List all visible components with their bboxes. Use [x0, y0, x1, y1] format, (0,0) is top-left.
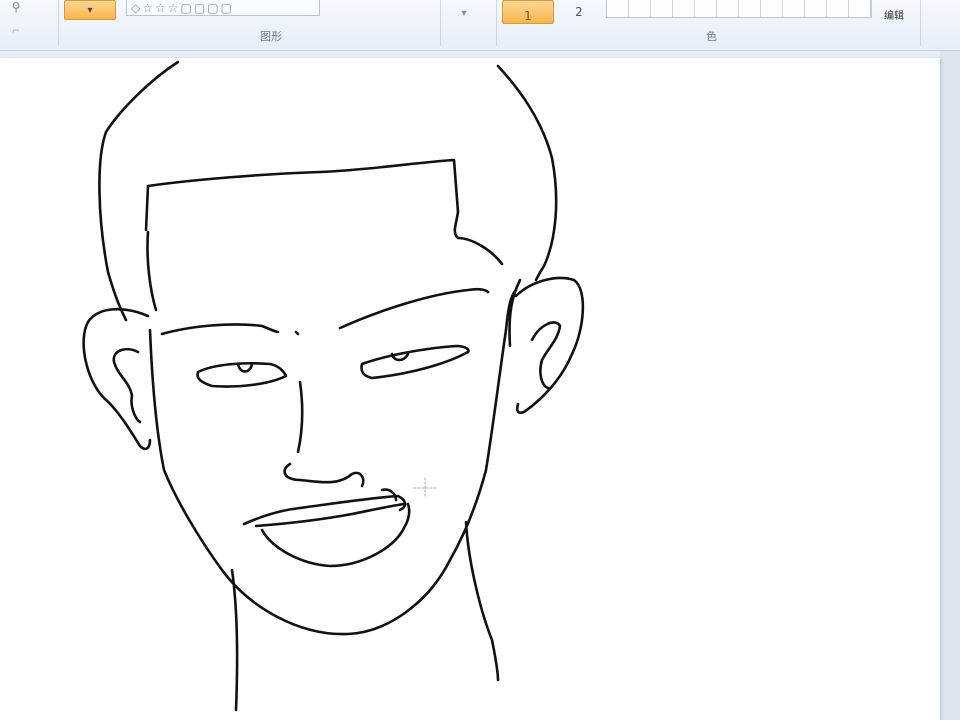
- palette-swatch[interactable]: [651, 0, 673, 17]
- dropdown-arrow-icon: ▾: [87, 4, 93, 16]
- neck-left: [230, 568, 239, 712]
- hair-outline-right: [496, 64, 558, 282]
- group-separator: [58, 0, 59, 46]
- palette-swatch[interactable]: [739, 0, 761, 17]
- palette-swatch[interactable]: [849, 0, 871, 17]
- color1-button[interactable]: 1: [502, 0, 554, 24]
- palette-swatch[interactable]: [607, 0, 629, 17]
- palette-swatch[interactable]: [695, 0, 717, 17]
- cheek-line: [508, 278, 522, 348]
- group-label-shapes: 图形: [260, 30, 282, 43]
- left-ear: [82, 307, 152, 451]
- face-drawing: [82, 60, 585, 712]
- shape-star-icon[interactable]: ☆: [155, 1, 166, 15]
- nose-base: [283, 462, 365, 488]
- shape-star-icon[interactable]: ☆: [142, 1, 153, 15]
- outline-style-button[interactable]: ▾: [64, 0, 116, 20]
- tools-dropdown-arrow[interactable]: ⌐: [2, 24, 30, 38]
- right-ear: [514, 276, 585, 415]
- mouth-lower: [260, 502, 411, 568]
- drawing-canvas[interactable]: [0, 58, 940, 720]
- edit-colors-button[interactable]: 编辑: [874, 0, 914, 22]
- neck-right: [464, 520, 500, 682]
- palette-swatch[interactable]: [717, 0, 739, 17]
- group-separator: [920, 0, 921, 46]
- palette-swatch[interactable]: [805, 0, 827, 17]
- shape-diamond-icon[interactable]: ◇: [131, 1, 140, 15]
- magnifier-icon[interactable]: ⚲: [2, 0, 30, 14]
- group-separator: [496, 0, 497, 46]
- mouth-line: [254, 502, 406, 528]
- right-eyebrow: [338, 287, 490, 330]
- palette-swatch[interactable]: [783, 0, 805, 17]
- nose-bridge: [296, 380, 304, 454]
- forehead-mark: [294, 330, 300, 336]
- color2-label: 2: [575, 5, 583, 19]
- shape-star-icon[interactable]: ☆: [168, 1, 179, 15]
- shape-callout-icon[interactable]: ▢: [181, 1, 192, 15]
- palette-swatch[interactable]: [827, 0, 849, 17]
- palette-swatch[interactable]: [629, 0, 651, 17]
- face-outline: [148, 288, 518, 636]
- left-eye: [196, 361, 288, 388]
- left-pupil: [236, 362, 254, 373]
- color2-button[interactable]: 2: [564, 0, 594, 24]
- right-ear-inner: [530, 321, 562, 390]
- hairline: [144, 158, 504, 266]
- shape-gallery[interactable]: ◇ ☆ ☆ ☆ ▢ ▢ ▢ ▢: [126, 0, 320, 16]
- size-dropdown-arrow[interactable]: ▾: [452, 6, 476, 20]
- color1-label: 1: [524, 9, 532, 23]
- temple-line: [146, 230, 158, 312]
- shape-callout-icon[interactable]: ▢: [221, 1, 232, 15]
- palette-swatch[interactable]: [673, 0, 695, 17]
- vertical-scrollbar[interactable]: [940, 51, 960, 720]
- palette-swatch[interactable]: [761, 0, 783, 17]
- color-palette[interactable]: [606, 0, 872, 18]
- left-eyebrow: [160, 323, 280, 336]
- shape-callout-icon[interactable]: ▢: [207, 1, 218, 15]
- ribbon-toolbar: ⚲ ⌐ ▾ ◇ ☆ ☆ ☆ ▢ ▢ ▢ ▢ 图形 ▾ 1 2 色 编辑: [0, 0, 960, 51]
- shape-callout-icon[interactable]: ▢: [194, 1, 205, 15]
- hair-outline: [98, 60, 180, 322]
- right-eye: [360, 344, 470, 380]
- group-label-colors: 色: [706, 30, 717, 43]
- edit-colors-label: 编辑: [884, 11, 904, 22]
- group-separator: [440, 0, 441, 46]
